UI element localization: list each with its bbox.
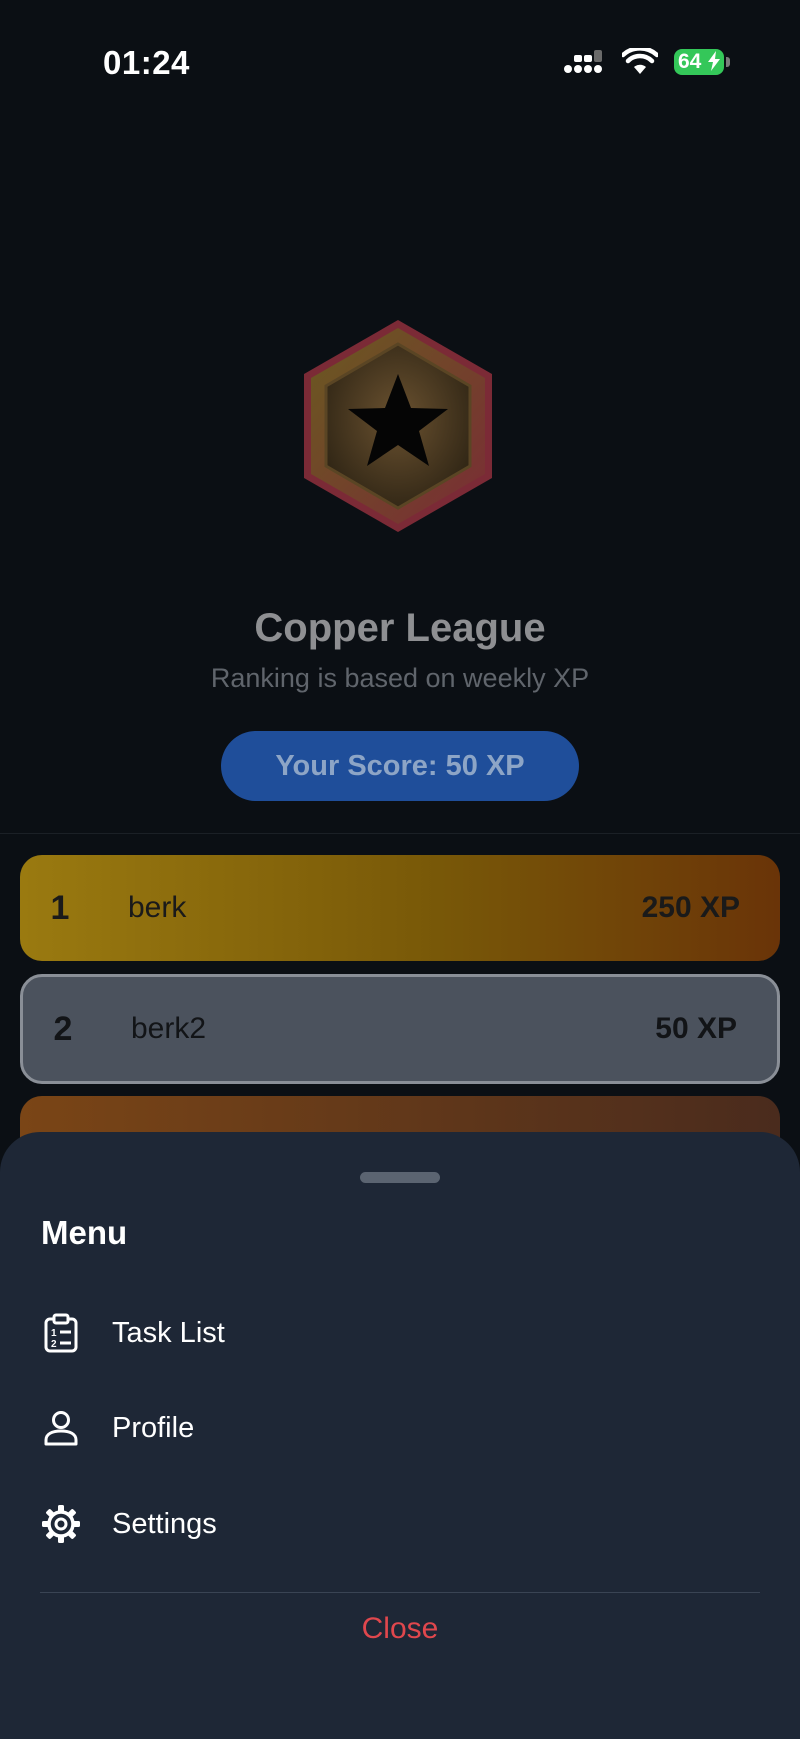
league-subtitle: Ranking is based on weekly XP xyxy=(210,663,590,693)
clipboard-list-icon: 1 2 xyxy=(44,1313,78,1353)
close-button[interactable]: Close xyxy=(0,1612,800,1646)
player-name: berk2 xyxy=(131,1012,207,1045)
gear-icon xyxy=(42,1505,80,1543)
header-divider xyxy=(0,833,800,834)
your-score-badge: Your Score: 50 XP xyxy=(221,731,579,801)
svg-text:1: 1 xyxy=(51,1328,57,1339)
menu-item-label: Task List xyxy=(112,1316,225,1349)
player-xp: 50 XP xyxy=(655,1012,737,1045)
rank-number: 1 xyxy=(50,888,70,927)
star-hexagon-icon xyxy=(304,320,492,532)
menu-title: Menu xyxy=(41,1214,128,1251)
sheet-drag-handle[interactable] xyxy=(360,1172,440,1183)
leaderboard-row[interactable]: 2 berk2 50 XP xyxy=(20,974,780,1084)
rank-number: 2 xyxy=(53,1009,73,1048)
league-header: Copper League Ranking is based on weekly… xyxy=(0,0,800,835)
person-icon xyxy=(44,1411,78,1446)
leaderboard-row[interactable]: 1 berk 250 XP xyxy=(20,855,780,961)
menu-item-label: Profile xyxy=(112,1411,195,1444)
menu-item-settings[interactable]: Settings xyxy=(0,1489,800,1559)
menu-item-profile[interactable]: Profile xyxy=(0,1393,800,1463)
league-title: Copper League xyxy=(254,606,546,650)
menu-item-label: Settings xyxy=(112,1507,217,1540)
menu-item-task-list[interactable]: 1 2 Task List xyxy=(0,1298,800,1368)
player-xp: 250 XP xyxy=(641,891,740,924)
svg-text:2: 2 xyxy=(51,1339,57,1350)
player-name: berk xyxy=(128,891,187,924)
menu-divider xyxy=(40,1592,760,1593)
